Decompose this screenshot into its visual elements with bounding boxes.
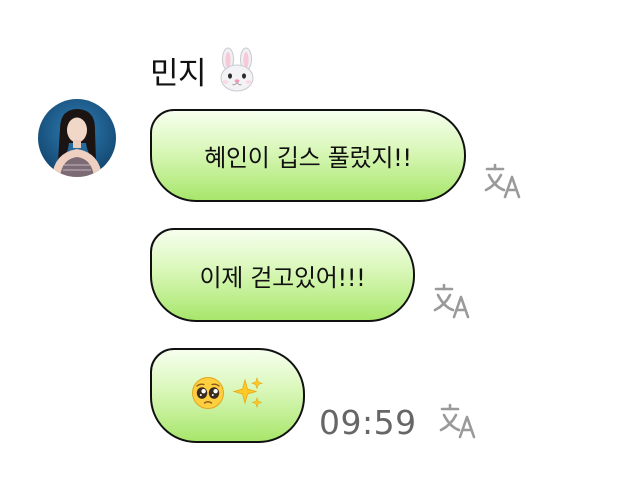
sparkles-icon	[231, 376, 265, 416]
translate-icon[interactable]	[432, 283, 472, 319]
avatar[interactable]	[38, 99, 116, 177]
message-bubble-2[interactable]: 이제 걷고있어!!!	[150, 228, 415, 322]
translate-icon[interactable]	[438, 403, 478, 439]
message-text: 혜인이 깁스 풀렀지!!	[204, 144, 412, 172]
message-text: 이제 걷고있어!!!	[199, 263, 366, 292]
emoji-message	[191, 376, 265, 416]
sender-name-row: 민지	[150, 46, 260, 94]
message-bubble-1[interactable]: 혜인이 깁스 풀렀지!!	[150, 109, 466, 202]
pleading-face-icon	[191, 376, 225, 416]
translate-icon[interactable]	[483, 163, 523, 199]
sender-name: 민지	[150, 55, 207, 92]
message-bubble-3[interactable]	[150, 348, 305, 443]
rabbit-face-icon	[214, 47, 260, 93]
message-timestamp: 09:59	[319, 403, 417, 442]
